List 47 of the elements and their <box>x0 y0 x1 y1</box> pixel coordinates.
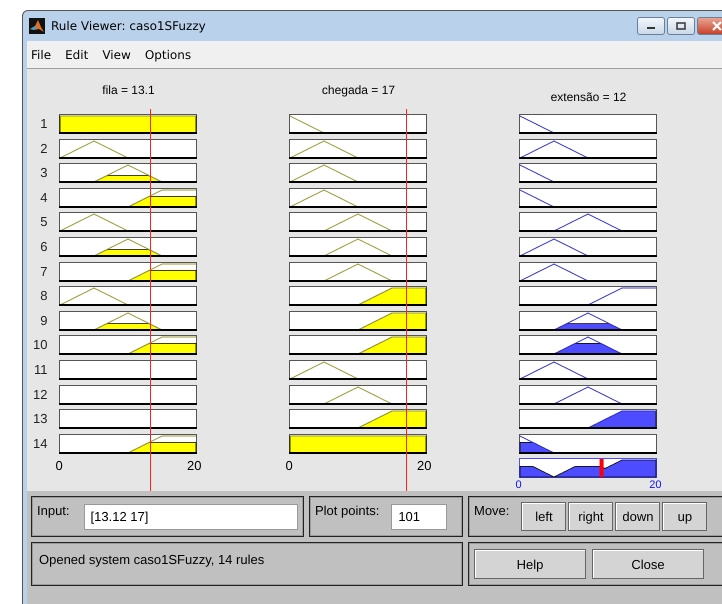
rule-number: 12 <box>33 386 48 404</box>
plot-points-field[interactable]: 101 <box>391 504 448 530</box>
status-text: Opened system caso1SFuzzy, 14 rules <box>39 552 264 567</box>
rule-number: 8 <box>40 287 48 306</box>
move-button[interactable]: right <box>568 502 614 531</box>
input-value-line[interactable] <box>406 109 408 491</box>
maximize-icon <box>676 22 686 30</box>
menu-item[interactable]: View <box>102 48 131 62</box>
rule-number: 14 <box>33 434 48 453</box>
move-button[interactable]: down <box>615 502 660 531</box>
axis-tick: 0 <box>285 458 293 474</box>
axis-tick: 0 <box>515 480 522 491</box>
rule-number: 3 <box>40 164 48 182</box>
minimize-button[interactable] <box>637 17 665 35</box>
move-label: Move: <box>474 503 510 518</box>
plot-points-label: Plot points: <box>315 503 380 518</box>
variable-label: fila = 13.1 <box>102 83 155 97</box>
menu-item[interactable]: Options <box>144 48 192 62</box>
rule-number: 10 <box>33 336 48 354</box>
rule-number: 1 <box>40 115 48 133</box>
menu-item[interactable]: File <box>31 48 52 62</box>
input-label: Input: <box>37 503 70 518</box>
axis-tick: 20 <box>187 458 202 474</box>
rule-number: 4 <box>40 188 48 207</box>
rule-number: 9 <box>40 312 48 330</box>
axis-tick: 0 <box>55 458 63 474</box>
variable-label: chegada = 17 <box>322 83 395 97</box>
input-value-line[interactable] <box>150 109 151 491</box>
rule-number: 11 <box>34 360 48 379</box>
axis-tick: 20 <box>649 480 662 491</box>
rule-number: 6 <box>40 238 48 256</box>
rule-number: 5 <box>40 213 48 232</box>
input-field[interactable]: [13.12 17] <box>84 504 298 530</box>
app-icon <box>29 18 45 34</box>
dialog-button[interactable]: Close <box>592 549 704 579</box>
move-button[interactable]: left <box>521 502 566 531</box>
dialog-button[interactable]: Help <box>474 549 586 579</box>
axis-tick: 20 <box>417 458 432 474</box>
window-title: Rule Viewer: caso1SFuzzy <box>51 19 206 33</box>
move-button[interactable]: up <box>662 502 708 531</box>
rule-number: 2 <box>40 140 48 158</box>
rule-number: 13 <box>33 410 48 428</box>
close-icon <box>711 21 722 31</box>
rule-number: 7 <box>40 262 48 281</box>
menu-item[interactable]: Edit <box>65 48 88 62</box>
maximize-button[interactable] <box>667 17 695 35</box>
variable-label: extensão = 12 <box>550 90 626 104</box>
